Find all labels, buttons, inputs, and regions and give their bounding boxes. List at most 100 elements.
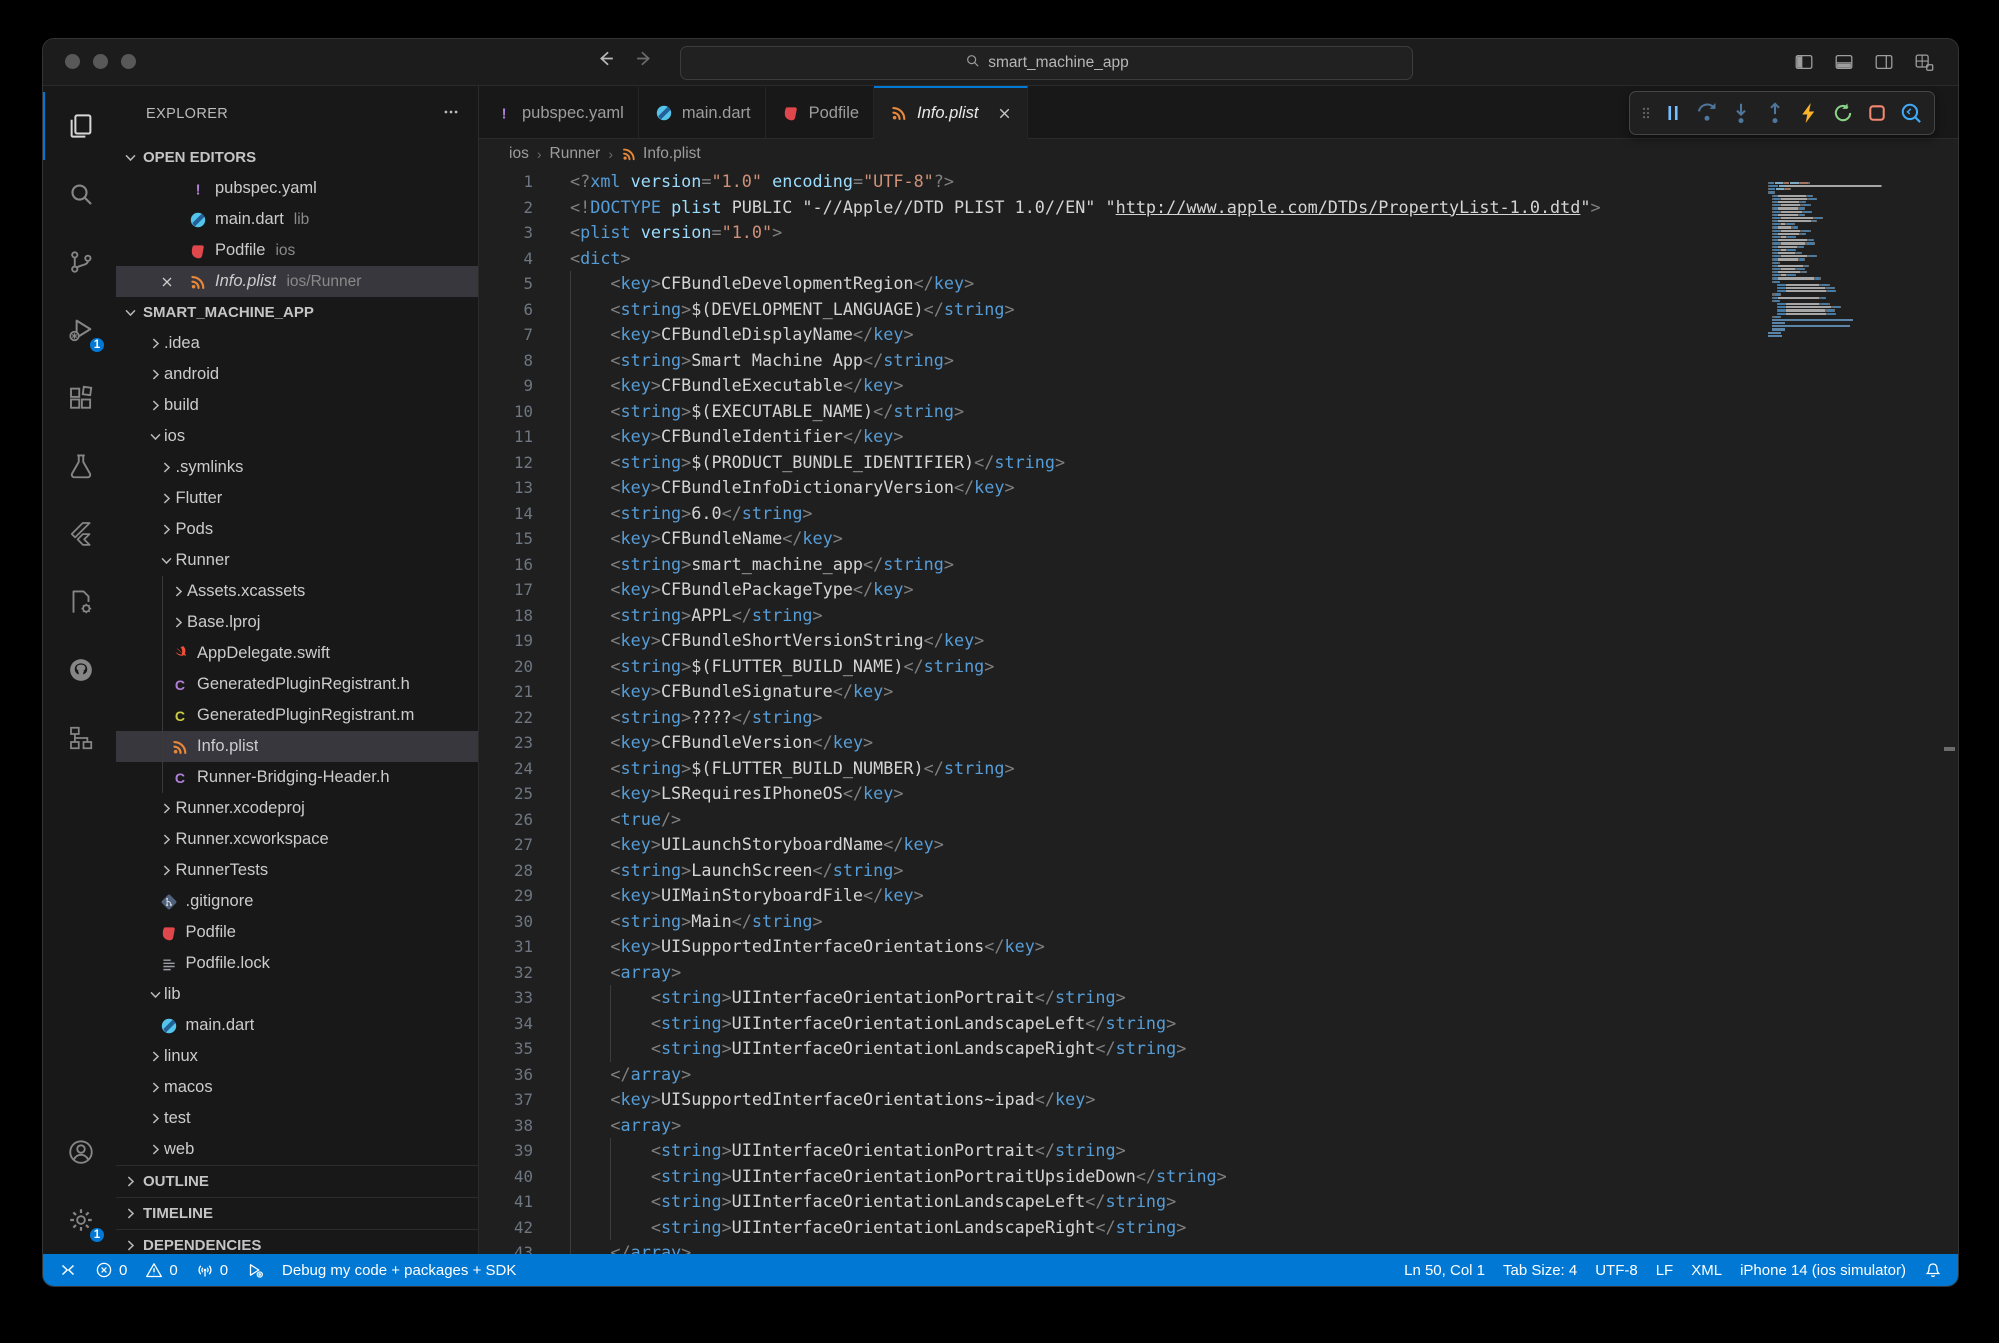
line-number[interactable]: 20 bbox=[479, 654, 533, 680]
line-number[interactable]: 12 bbox=[479, 450, 533, 476]
tree-folder-lib[interactable]: lib bbox=[116, 979, 478, 1010]
command-center-search[interactable]: smart_machine_app bbox=[680, 46, 1413, 80]
status-problems-errors[interactable]: 0 bbox=[95, 1261, 127, 1279]
tree-folder--symlinks[interactable]: .symlinks bbox=[116, 452, 478, 483]
restart-button[interactable] bbox=[1826, 96, 1860, 130]
section-dependencies[interactable]: DEPENDENCIES bbox=[116, 1229, 478, 1254]
line-number[interactable]: 2 bbox=[479, 195, 533, 221]
line-number[interactable]: 35 bbox=[479, 1036, 533, 1062]
line-number[interactable]: 40 bbox=[479, 1164, 533, 1190]
gripper-button[interactable] bbox=[1636, 96, 1656, 130]
status-launch-configuration[interactable]: Debug my code + packages + SDK bbox=[282, 1262, 516, 1279]
tree-file-generatedpluginregistrant-m[interactable]: CGeneratedPluginRegistrant.m bbox=[116, 700, 478, 731]
tree-folder-base-lproj[interactable]: Base.lproj bbox=[116, 607, 478, 638]
tab-pubspec-yaml[interactable]: !pubspec.yaml bbox=[479, 86, 639, 138]
section-outline[interactable]: OUTLINE bbox=[116, 1165, 478, 1197]
editor[interactable]: 1<?xml version="1.0" encoding="UTF-8"?>2… bbox=[479, 169, 1958, 1254]
pause-button[interactable] bbox=[1656, 96, 1690, 130]
line-number[interactable]: 27 bbox=[479, 832, 533, 858]
tree-file--gitignore[interactable]: .gitignore bbox=[116, 886, 478, 917]
status-language-mode[interactable]: XML bbox=[1691, 1262, 1722, 1279]
project-root-header[interactable]: SMART_MACHINE_APP bbox=[116, 297, 478, 328]
line-number[interactable]: 41 bbox=[479, 1189, 533, 1215]
panel-bottom-icon[interactable] bbox=[1832, 50, 1856, 74]
step-over-button[interactable] bbox=[1690, 96, 1724, 130]
open-editors-header[interactable]: OPEN EDITORS bbox=[116, 142, 478, 173]
activity-item-project[interactable] bbox=[43, 568, 116, 636]
open-editor-item[interactable]: Info.plistios/Runner bbox=[116, 266, 478, 297]
tree-file-podfile[interactable]: Podfile bbox=[116, 917, 478, 948]
line-number[interactable]: 9 bbox=[479, 373, 533, 399]
activity-item-files[interactable] bbox=[43, 92, 116, 160]
tab-main-dart[interactable]: main.dart bbox=[639, 86, 766, 138]
tree-folder-web[interactable]: web bbox=[116, 1134, 478, 1165]
breadcrumb-item[interactable]: Info.plist bbox=[621, 145, 701, 163]
line-number[interactable]: 25 bbox=[479, 781, 533, 807]
tree-folder-assets-xcassets[interactable]: Assets.xcassets bbox=[116, 576, 478, 607]
tree-folder-runner-xcodeproj[interactable]: Runner.xcodeproj bbox=[116, 793, 478, 824]
tree-folder-runner[interactable]: Runner bbox=[116, 545, 478, 576]
line-number[interactable]: 34 bbox=[479, 1011, 533, 1037]
tree-file-podfile-lock[interactable]: Podfile.lock bbox=[116, 948, 478, 979]
line-number[interactable]: 3 bbox=[479, 220, 533, 246]
minimap[interactable] bbox=[1768, 172, 1918, 328]
panel-right-icon[interactable] bbox=[1872, 50, 1896, 74]
line-number[interactable]: 11 bbox=[479, 424, 533, 450]
layout-icon[interactable] bbox=[1912, 50, 1936, 74]
line-number[interactable]: 24 bbox=[479, 756, 533, 782]
line-number[interactable]: 26 bbox=[479, 807, 533, 833]
line-number[interactable]: 42 bbox=[479, 1215, 533, 1241]
close-icon[interactable] bbox=[157, 272, 176, 291]
tree-folder-build[interactable]: build bbox=[116, 390, 478, 421]
line-number[interactable]: 39 bbox=[479, 1138, 533, 1164]
line-number[interactable]: 13 bbox=[479, 475, 533, 501]
line-number[interactable]: 36 bbox=[479, 1062, 533, 1088]
tree-folder-flutter[interactable]: Flutter bbox=[116, 483, 478, 514]
tree-folder-test[interactable]: test bbox=[116, 1103, 478, 1134]
status-cursor-position[interactable]: Ln 50, Col 1 bbox=[1404, 1262, 1485, 1279]
activity-item-source-control[interactable] bbox=[43, 228, 116, 296]
line-number[interactable]: 38 bbox=[479, 1113, 533, 1139]
tab-podfile[interactable]: Podfile bbox=[766, 86, 874, 138]
activity-item-flutter[interactable] bbox=[43, 500, 116, 568]
breadcrumb-item[interactable]: ios bbox=[509, 145, 529, 163]
activity-item-settings-gear[interactable]: 1 bbox=[43, 1186, 116, 1254]
line-number[interactable]: 16 bbox=[479, 552, 533, 578]
status-notifications[interactable] bbox=[1924, 1261, 1942, 1279]
activity-item-search[interactable] bbox=[43, 160, 116, 228]
activity-item-testing[interactable] bbox=[43, 432, 116, 500]
status-indentation[interactable]: Tab Size: 4 bbox=[1503, 1262, 1577, 1279]
line-number[interactable]: 32 bbox=[479, 960, 533, 986]
line-number[interactable]: 21 bbox=[479, 679, 533, 705]
tree-folder-ios[interactable]: ios bbox=[116, 421, 478, 452]
status-debug-indicator[interactable] bbox=[246, 1261, 264, 1279]
status-problems-warnings[interactable]: 0 bbox=[145, 1261, 177, 1279]
line-number[interactable]: 22 bbox=[479, 705, 533, 731]
tree-folder-runnertests[interactable]: RunnerTests bbox=[116, 855, 478, 886]
tree-file-generatedpluginregistrant-h[interactable]: CGeneratedPluginRegistrant.h bbox=[116, 669, 478, 700]
line-number[interactable]: 23 bbox=[479, 730, 533, 756]
tree-file-runner-bridging-header-h[interactable]: CRunner-Bridging-Header.h bbox=[116, 762, 478, 793]
line-number[interactable]: 8 bbox=[479, 348, 533, 374]
close-window-button[interactable] bbox=[65, 54, 80, 69]
tree-folder-android[interactable]: android bbox=[116, 359, 478, 390]
section-timeline[interactable]: TIMELINE bbox=[116, 1197, 478, 1229]
tab-info-plist[interactable]: Info.plist bbox=[874, 86, 1027, 139]
step-into-button[interactable] bbox=[1724, 96, 1758, 130]
tree-file-info-plist[interactable]: Info.plist bbox=[116, 731, 478, 762]
line-number[interactable]: 14 bbox=[479, 501, 533, 527]
line-number[interactable]: 18 bbox=[479, 603, 533, 629]
activity-item-debug[interactable]: 1 bbox=[43, 296, 116, 364]
tree-folder-pods[interactable]: Pods bbox=[116, 514, 478, 545]
open-editor-item[interactable]: main.dartlib bbox=[116, 204, 478, 235]
activity-item-extensions[interactable] bbox=[43, 364, 116, 432]
panel-left-icon[interactable] bbox=[1792, 50, 1816, 74]
tree-folder--idea[interactable]: .idea bbox=[116, 328, 478, 359]
status-ports-indicator[interactable]: 0 bbox=[196, 1261, 228, 1279]
status-remote-indicator[interactable] bbox=[59, 1261, 77, 1279]
line-number[interactable]: 7 bbox=[479, 322, 533, 348]
line-number[interactable]: 5 bbox=[479, 271, 533, 297]
line-number[interactable]: 17 bbox=[479, 577, 533, 603]
line-number[interactable]: 31 bbox=[479, 934, 533, 960]
line-number[interactable]: 30 bbox=[479, 909, 533, 935]
